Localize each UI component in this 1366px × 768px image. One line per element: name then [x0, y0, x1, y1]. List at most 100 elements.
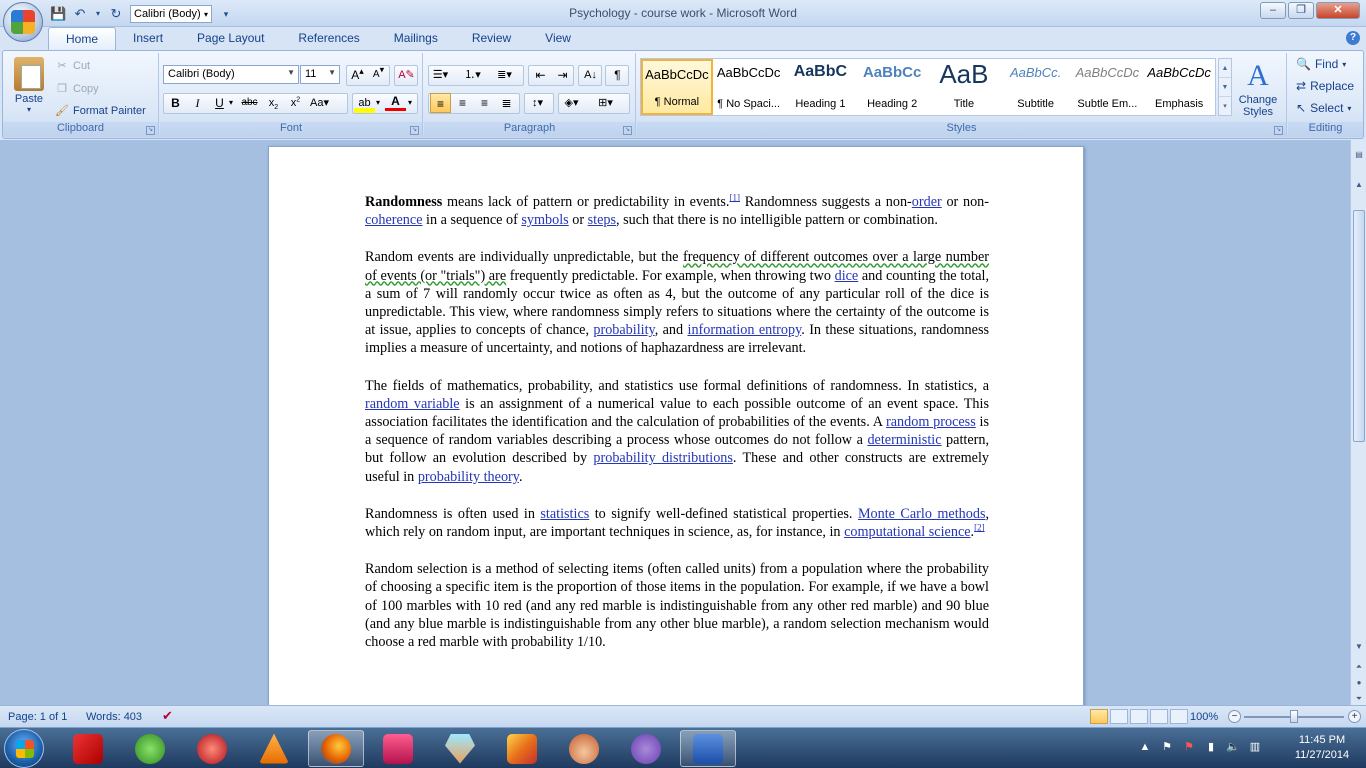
hyperlink[interactable]: coherence [365, 212, 423, 228]
hyperlink[interactable]: order [912, 194, 942, 210]
outline-icon[interactable] [1150, 709, 1168, 724]
proofing-icon[interactable]: ✔ [162, 708, 173, 724]
taskbar-app-vlc[interactable] [246, 730, 302, 767]
next-page-icon[interactable]: ⏷ [1352, 692, 1366, 706]
network-icon[interactable]: ▥ [1248, 740, 1262, 754]
hyperlink[interactable]: random process [886, 414, 976, 430]
hyperlink[interactable]: probability distributions [593, 450, 733, 466]
device-icon[interactable]: ▮ [1204, 740, 1218, 754]
volume-icon[interactable]: 🔈 [1226, 740, 1240, 754]
style-emphasis[interactable]: AaBbCcDc Emphasis [1143, 59, 1215, 115]
taskbar-app-kaspersky[interactable] [60, 730, 116, 767]
draft-icon[interactable] [1170, 709, 1188, 724]
hyperlink[interactable]: computational science [844, 524, 970, 540]
taskbar-app-word[interactable] [680, 730, 736, 767]
subscript-icon[interactable]: x2 [263, 93, 284, 113]
tab-review[interactable]: Review [455, 27, 528, 50]
taskbar-app-avatar[interactable] [556, 730, 612, 767]
font-size-box[interactable]: 11 ▼ [300, 65, 340, 84]
taskbar-app-icecream[interactable] [432, 730, 488, 767]
browse-object-icon[interactable]: ● [1352, 676, 1366, 690]
highlight-icon[interactable]: ab [354, 93, 375, 113]
web-layout-icon[interactable] [1130, 709, 1148, 724]
hyperlink[interactable]: probability theory [418, 469, 519, 485]
vertical-scrollbar[interactable]: ▤ ▲ ▼ ⏶ ● ⏷ [1350, 140, 1366, 705]
tab-mailings[interactable]: Mailings [377, 27, 455, 50]
copy-button[interactable]: ❐ Copy [55, 82, 99, 96]
hyperlink[interactable]: probability [593, 322, 654, 338]
dialog-launcher-icon[interactable]: ↘ [146, 126, 155, 135]
taskbar-app-game[interactable] [370, 730, 426, 767]
minimize-button[interactable]: – [1260, 2, 1286, 19]
word-count[interactable]: Words: 403 [86, 711, 142, 723]
taskbar-app-media[interactable] [184, 730, 240, 767]
strikethrough-icon[interactable]: abc [239, 93, 260, 113]
underline-dropdown-icon[interactable]: ▾ [226, 93, 236, 113]
action-center-icon[interactable]: ⚑ [1182, 740, 1196, 754]
grow-font-icon[interactable]: A▴ [347, 65, 368, 85]
style-no-spacing[interactable]: AaBbCcDc ¶ No Spaci... [713, 59, 785, 115]
hyperlink[interactable]: random variable [365, 396, 460, 412]
replace-button[interactable]: ⇄ Replace [1296, 79, 1354, 93]
hyperlink[interactable]: steps [588, 212, 616, 228]
previous-page-icon[interactable]: ⏶ [1352, 660, 1366, 674]
clock[interactable]: 11:45 PM 11/27/2014 [1282, 733, 1362, 763]
hyperlink[interactable]: statistics [540, 506, 589, 522]
numbering-icon[interactable]: ⒈▾ [462, 65, 483, 85]
bullets-icon[interactable]: ☰▾ [430, 65, 451, 85]
hyperlink[interactable]: information entropy [688, 322, 802, 338]
style-title[interactable]: AaB Title [928, 59, 1000, 115]
clear-formatting-icon[interactable]: A✎ [396, 65, 417, 85]
ruler-toggle-icon[interactable]: ▤ [1352, 148, 1366, 162]
maximize-button[interactable]: ❐ [1288, 2, 1314, 19]
sort-icon[interactable]: A↓ [580, 65, 601, 85]
format-painter-button[interactable]: 🖌 Format Painter [55, 104, 146, 118]
line-spacing-icon[interactable]: ↕▾ [527, 93, 548, 113]
scroll-up-icon[interactable]: ▲ [1219, 59, 1231, 78]
cut-button[interactable]: ✂ Cut [55, 59, 90, 73]
hyperlink[interactable]: Monte Carlo methods [858, 506, 986, 522]
zoom-level[interactable]: 100% [1190, 711, 1218, 723]
flag-icon[interactable]: ⚑ [1160, 740, 1174, 754]
change-styles-button[interactable]: A Change Styles [1236, 58, 1280, 118]
shading-icon[interactable]: ◈▾ [561, 93, 582, 113]
scroll-up-icon[interactable]: ▲ [1352, 178, 1366, 192]
align-left-icon[interactable]: ≡ [430, 93, 451, 113]
citation-link[interactable]: [2] [974, 522, 985, 532]
zoom-slider-thumb[interactable] [1290, 710, 1298, 723]
tab-references[interactable]: References [281, 27, 376, 50]
hyperlink[interactable]: dice [835, 268, 859, 284]
citation-link[interactable]: [1] [729, 192, 740, 202]
full-screen-reading-icon[interactable] [1110, 709, 1128, 724]
justify-icon[interactable]: ≣ [496, 93, 517, 113]
tab-page-layout[interactable]: Page Layout [180, 27, 281, 50]
style-normal[interactable]: AaBbCcDc ¶ Normal [641, 59, 713, 115]
help-icon[interactable]: ? [1346, 31, 1360, 45]
borders-icon[interactable]: ⊞▾ [595, 93, 616, 113]
tab-view[interactable]: View [528, 27, 588, 50]
tab-insert[interactable]: Insert [116, 27, 180, 50]
page-indicator[interactable]: Page: 1 of 1 [8, 711, 67, 723]
highlight-dropdown-icon[interactable]: ▾ [373, 93, 383, 113]
style-heading-1[interactable]: AaBbC Heading 1 [785, 59, 857, 115]
dialog-launcher-icon[interactable]: ↘ [410, 126, 419, 135]
multilevel-list-icon[interactable]: ≣▾ [494, 65, 515, 85]
document-page[interactable]: Randomness means lack of pattern or pred… [268, 146, 1084, 705]
document-body[interactable]: Randomness means lack of pattern or pred… [365, 193, 989, 670]
bold-icon[interactable]: B [165, 93, 186, 113]
hyperlink[interactable]: deterministic [867, 432, 941, 448]
align-center-icon[interactable]: ≡ [452, 93, 473, 113]
increase-indent-icon[interactable]: ⇥ [552, 65, 573, 85]
scroll-thumb[interactable] [1353, 210, 1365, 442]
tab-home[interactable]: Home [48, 27, 117, 50]
dialog-launcher-icon[interactable]: ↘ [623, 126, 632, 135]
superscript-icon[interactable]: x2 [285, 93, 306, 113]
font-color-dropdown-icon[interactable]: ▾ [405, 93, 415, 113]
style-subtle-emphasis[interactable]: AaBbCcDc Subtle Em... [1072, 59, 1144, 115]
dialog-launcher-icon[interactable]: ↘ [1274, 126, 1283, 135]
office-button[interactable] [3, 2, 43, 42]
font-color-icon[interactable]: A [385, 93, 406, 111]
scroll-down-icon[interactable]: ▼ [1352, 640, 1366, 654]
start-button[interactable] [4, 729, 44, 768]
zoom-out-icon[interactable]: − [1228, 710, 1241, 723]
